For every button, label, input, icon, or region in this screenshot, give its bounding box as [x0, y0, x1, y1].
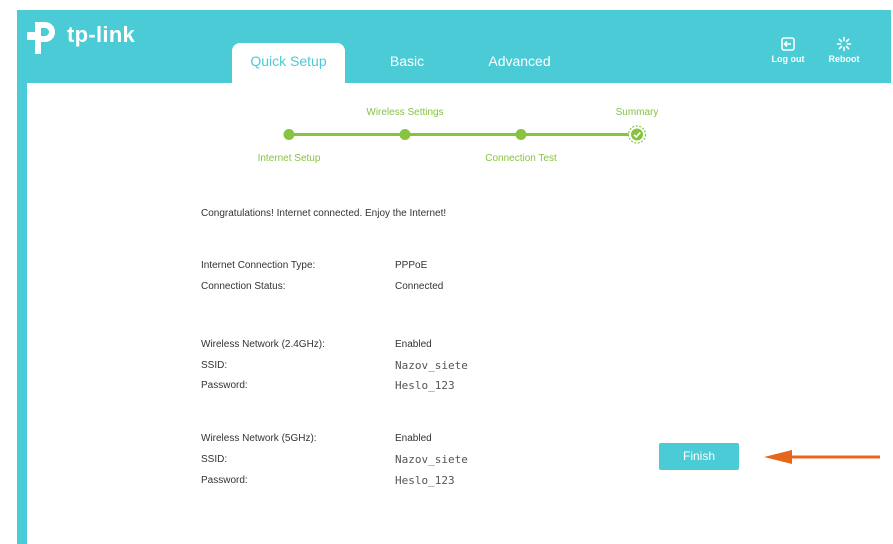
- password-5-label: Password:: [201, 475, 248, 486]
- wireless-24-label: Wireless Network (2.4GHz):: [201, 339, 325, 350]
- tab-advanced[interactable]: Advanced: [482, 43, 557, 83]
- step-label-connection-test: Connection Test: [485, 153, 557, 164]
- ssid-24-value: Nazov_siete: [395, 359, 468, 372]
- password-5-value: Heslo_123: [395, 474, 455, 487]
- step-label-internet-setup: Internet Setup: [257, 153, 321, 164]
- connection-type-label: Internet Connection Type:: [201, 260, 316, 271]
- wireless-5-label: Wireless Network (5GHz):: [201, 433, 317, 444]
- arrow-annotation-icon: [764, 450, 880, 464]
- reboot-icon: [836, 36, 852, 52]
- tab-quick-setup[interactable]: Quick Setup: [232, 43, 345, 83]
- step-label-wireless-settings: Wireless Settings: [366, 107, 444, 118]
- tp-link-logo: tp-link: [25, 18, 165, 62]
- header-bar: tp-link Quick Setup Basic Advanced Log o…: [17, 10, 891, 83]
- connection-status-value: Connected: [395, 281, 444, 292]
- connection-status-label: Connection Status:: [201, 281, 286, 292]
- wireless-24-value: Enabled: [395, 339, 432, 350]
- step-dot-internet-setup: [283, 129, 295, 140]
- progress-line: [289, 133, 637, 136]
- logout-label: Log out: [771, 54, 805, 64]
- logout-icon: [781, 37, 795, 51]
- finish-button[interactable]: Finish: [659, 443, 739, 470]
- tab-basic[interactable]: Basic: [382, 43, 432, 83]
- tp-link-logo-icon: [27, 22, 55, 54]
- connection-type-value: PPPoE: [395, 260, 428, 271]
- router-frame: tp-link Quick Setup Basic Advanced Log o…: [17, 10, 891, 544]
- ssid-5-value: Nazov_siete: [395, 453, 468, 466]
- reboot-label: Reboot: [828, 54, 860, 64]
- reboot-button[interactable]: Reboot: [824, 36, 864, 64]
- main-content: Wireless Settings Summary Internet Setup…: [27, 83, 891, 544]
- success-message: Congratulations! Internet connected. Enj…: [201, 208, 447, 219]
- wireless-5-value: Enabled: [395, 433, 432, 444]
- logout-button[interactable]: Log out: [768, 36, 808, 64]
- password-24-label: Password:: [201, 380, 248, 391]
- brand-name: tp-link: [67, 22, 136, 47]
- setup-progress: Wireless Settings Summary Internet Setup…: [27, 83, 891, 193]
- ssid-5-label: SSID:: [201, 454, 228, 465]
- step-label-summary: Summary: [615, 107, 659, 118]
- step-dot-wireless-settings: [399, 129, 411, 140]
- password-24-value: Heslo_123: [395, 379, 455, 392]
- step-dot-connection-test: [515, 129, 527, 140]
- summary-check-icon: [627, 125, 647, 144]
- ssid-24-label: SSID:: [201, 360, 228, 371]
